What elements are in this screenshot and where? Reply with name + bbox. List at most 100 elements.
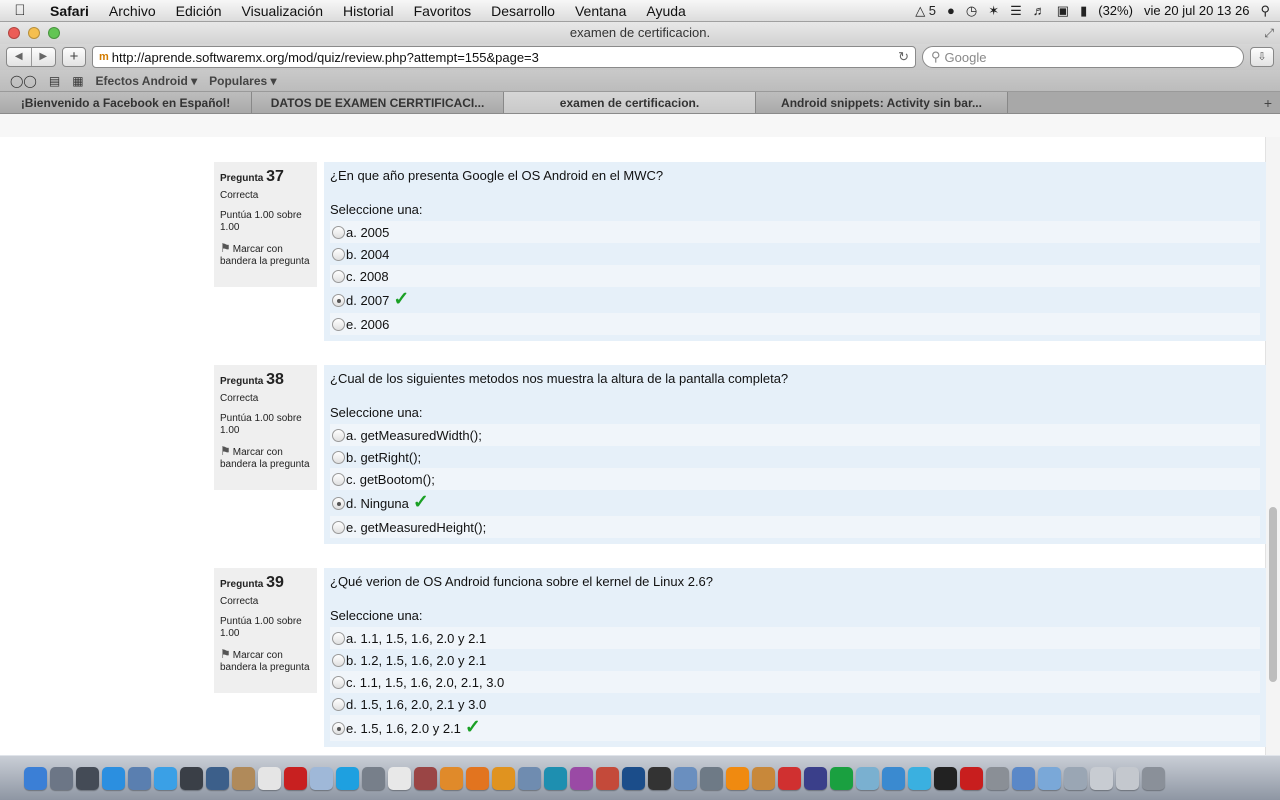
preview-icon[interactable] (128, 766, 151, 790)
answer-option[interactable]: e. getMeasuredHeight(); (330, 516, 1260, 538)
flag-question-link[interactable]: ⚑ Marcar con bandera la pregunta (220, 242, 311, 268)
twitter-icon[interactable] (908, 766, 931, 790)
answer-option[interactable]: c. 2008 (330, 265, 1260, 287)
folder-app-icon[interactable] (752, 766, 775, 790)
tab-examen-certificacion[interactable]: examen de certificacion. (504, 92, 756, 113)
answer-option[interactable]: b. 2004 (330, 243, 1260, 265)
wifi-icon[interactable]: ☰ (1010, 3, 1022, 19)
firefox-icon[interactable] (466, 766, 489, 790)
blender-icon[interactable] (440, 766, 463, 790)
answer-option[interactable]: e. 2006 (330, 313, 1260, 335)
radio-button[interactable] (332, 293, 345, 307)
downloads-button[interactable]: ⇩ (1250, 47, 1274, 67)
photoshop-icon[interactable] (622, 766, 645, 790)
system-preferences-icon[interactable] (986, 766, 1009, 790)
scrollbar[interactable] (1265, 137, 1280, 755)
menu-ventana[interactable]: Ventana (565, 3, 636, 19)
battery-icon[interactable]: ▮ (1080, 3, 1087, 19)
radio-button[interactable] (332, 428, 345, 442)
radio-button[interactable] (332, 496, 345, 510)
network-icon[interactable] (700, 766, 723, 790)
utility-icon[interactable] (362, 766, 385, 790)
option-label[interactable]: d. 2007 (346, 293, 389, 308)
option-label[interactable]: e. 1.5, 1.6, 2.0 y 2.1 (346, 721, 461, 736)
flag-question-link[interactable]: ⚑ Marcar con bandera la pregunta (220, 648, 311, 674)
menu-desarrollo[interactable]: Desarrollo (481, 3, 565, 19)
forward-button[interactable]: ▶ (30, 48, 56, 66)
address-book-icon[interactable] (232, 766, 255, 790)
answer-option[interactable]: e. 1.5, 1.6, 2.0 y 2.1 ✓ (330, 715, 1260, 741)
close-window-icon[interactable] (8, 27, 20, 39)
answer-option[interactable]: d. 2007 ✓ (330, 287, 1260, 313)
flash-icon[interactable] (960, 766, 983, 790)
vlc-icon[interactable] (726, 766, 749, 790)
time-machine-icon[interactable]: ◷ (966, 3, 977, 19)
adobe-updater-icon[interactable]: △ 5 (915, 3, 936, 19)
option-label[interactable]: b. 2004 (346, 247, 389, 262)
virtualbox-vm-icon[interactable] (674, 766, 697, 790)
finder-icon[interactable] (24, 766, 47, 790)
radio-button[interactable] (332, 675, 345, 689)
photo-booth-icon[interactable] (414, 766, 437, 790)
bookmarks-book-icon[interactable]: ▤ (49, 74, 60, 88)
volume-icon[interactable]: ♬ (1033, 3, 1046, 18)
terminal-icon[interactable] (934, 766, 957, 790)
flag-question-link[interactable]: ⚑ Marcar con bandera la pregunta (220, 445, 311, 471)
unity-icon[interactable] (648, 766, 671, 790)
radio-button[interactable] (332, 520, 345, 534)
flag-label[interactable]: Marcar con bandera la pregunta (220, 244, 310, 267)
notification-bell-icon[interactable]: ● (947, 3, 955, 18)
filezilla-icon[interactable] (284, 766, 307, 790)
flag-icon[interactable]: ⚑ (220, 241, 231, 255)
radio-button[interactable] (332, 653, 345, 667)
spotlight-search-icon[interactable]: ⚲ (1260, 3, 1270, 19)
option-label[interactable]: d. Ninguna (346, 496, 409, 511)
flag-icon[interactable]: ⚑ (220, 647, 231, 661)
option-label[interactable]: b. getRight(); (346, 450, 421, 465)
xcode-icon[interactable] (206, 766, 229, 790)
new-tab-button[interactable]: + (1256, 92, 1280, 113)
compass-icon[interactable] (830, 766, 853, 790)
scanner-icon[interactable] (1090, 766, 1113, 790)
plugin-icon[interactable] (570, 766, 593, 790)
radio-button[interactable] (332, 317, 345, 331)
activity-monitor-icon[interactable] (856, 766, 879, 790)
url-text[interactable]: http://aprende.softwaremx.org/mod/quiz/r… (112, 50, 539, 65)
app-store-icon[interactable] (102, 766, 125, 790)
bookmark-populares[interactable]: Populares ▾ (209, 74, 276, 88)
answer-option[interactable]: a. 2005 (330, 221, 1260, 243)
answer-option[interactable]: d. Ninguna ✓ (330, 490, 1260, 516)
radio-button[interactable] (332, 721, 345, 735)
documents-icon[interactable] (1038, 766, 1061, 790)
answer-option[interactable]: d. 1.5, 1.6, 2.0, 2.1 y 3.0 (330, 693, 1260, 715)
menu-edicion[interactable]: Edición (166, 3, 232, 19)
flag-label[interactable]: Marcar con bandera la pregunta (220, 447, 310, 470)
option-label[interactable]: d. 1.5, 1.6, 2.0, 2.1 y 3.0 (346, 697, 486, 712)
calendar-icon[interactable] (258, 766, 281, 790)
flag-icon[interactable]: ⚑ (220, 444, 231, 458)
bookmark-efectos-android[interactable]: Efectos Android ▾ (96, 74, 198, 88)
radio-button[interactable] (332, 269, 345, 283)
answer-option[interactable]: a. getMeasuredWidth(); (330, 424, 1260, 446)
eclipse-icon[interactable] (804, 766, 827, 790)
skype-icon[interactable] (336, 766, 359, 790)
reading-list-icon[interactable]: ◯◯ (10, 74, 37, 88)
minimize-window-icon[interactable] (28, 27, 40, 39)
launchpad-icon[interactable] (50, 766, 73, 790)
add-bookmark-button[interactable]: + (62, 47, 86, 67)
flag-label[interactable]: Marcar con bandera la pregunta (220, 650, 310, 673)
mission-control-icon[interactable] (76, 766, 99, 790)
radio-button[interactable] (332, 247, 345, 261)
menu-archivo[interactable]: Archivo (99, 3, 166, 19)
answer-option[interactable]: b. 1.2, 1.5, 1.6, 2.0 y 2.1 (330, 649, 1260, 671)
answer-option[interactable]: c. 1.1, 1.5, 1.6, 2.0, 2.1, 3.0 (330, 671, 1260, 693)
itunes-icon[interactable] (882, 766, 905, 790)
answer-option[interactable]: c. getBootom(); (330, 468, 1260, 490)
globe-icon[interactable] (544, 766, 567, 790)
menu-visualizacion[interactable]: Visualización (232, 3, 333, 19)
option-label[interactable]: e. getMeasuredHeight(); (346, 520, 486, 535)
address-bar[interactable]: m http://aprende.softwaremx.org/mod/quiz… (92, 46, 916, 68)
downloads-icon[interactable] (1116, 766, 1139, 790)
angry-birds-red-icon[interactable] (778, 766, 801, 790)
printer-icon[interactable] (1064, 766, 1087, 790)
